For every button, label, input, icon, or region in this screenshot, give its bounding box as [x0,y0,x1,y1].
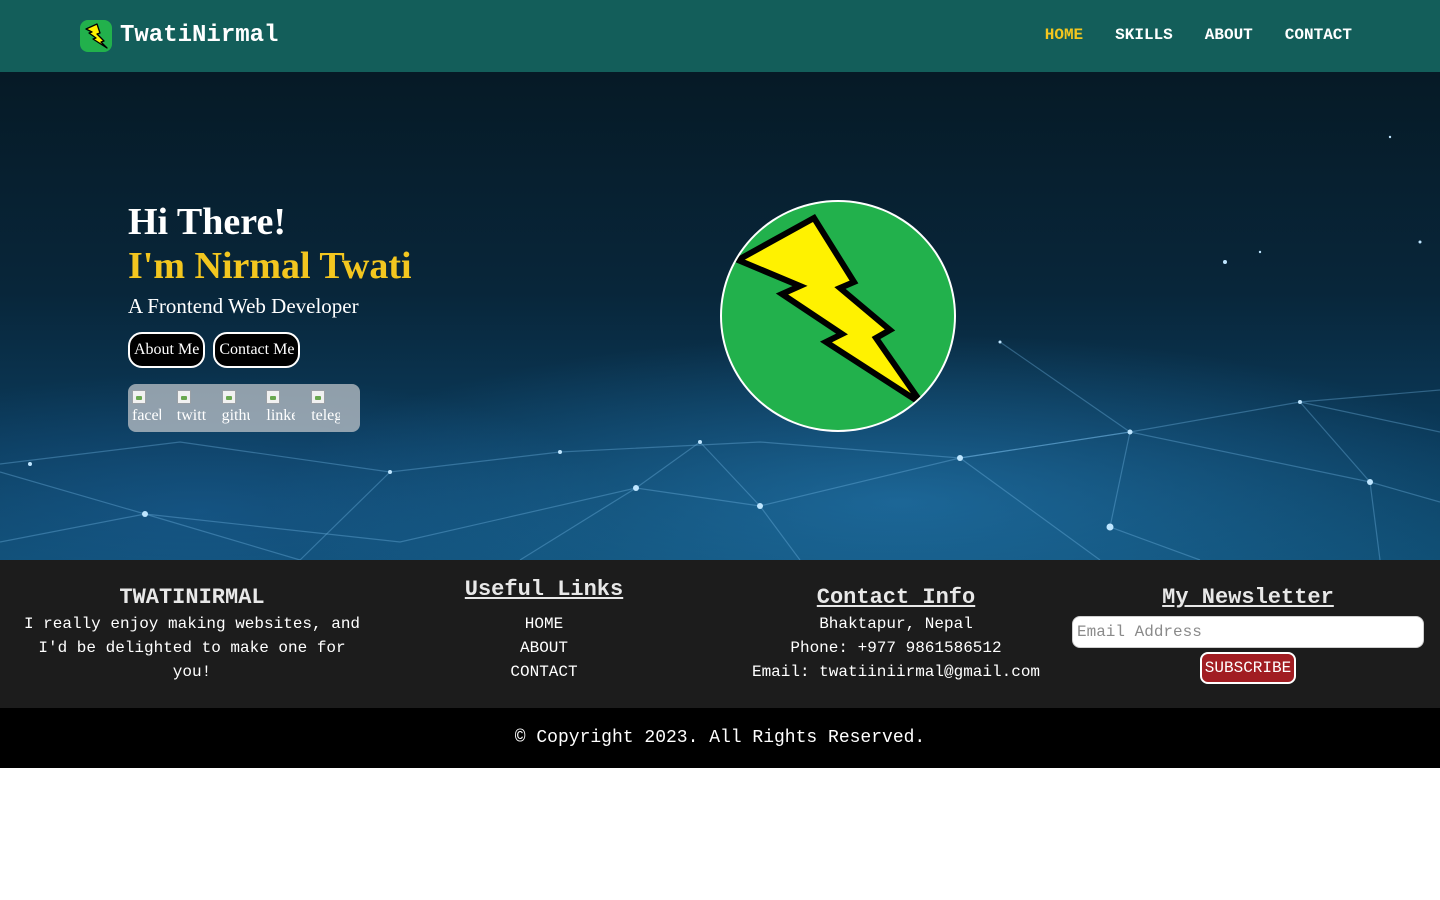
broken-image-icon [221,390,236,404]
nav-skills[interactable]: SKILLS [1115,24,1173,46]
useful-links-list: HOME ABOUT CONTACT [368,612,720,684]
contact-me-button[interactable]: Contact Me [213,332,301,368]
footer: TWATINIRMAL I really enjoy making websit… [0,560,1440,708]
useful-links-title: Useful Links [464,577,624,602]
twitter-icon[interactable]: twitte [176,388,206,428]
social-links: faceb twitte githu linke teleg [128,384,360,432]
nav-contact[interactable]: CONTACT [1285,24,1352,46]
nav-menu: HOME SKILLS ABOUT CONTACT [1013,24,1352,46]
broken-image-icon [132,390,146,404]
social-alt-text: twitte [176,407,206,424]
contact-info-list: Bhaktapur, Nepal Phone: +977 9861586512 … [720,612,1072,684]
newsletter-email-input[interactable] [1072,616,1424,648]
hero-buttons: About Me Contact Me [128,332,308,368]
telegram-icon[interactable]: teleg [311,388,340,428]
hero-name: I'm Nirmal Twati [128,245,412,287]
broken-image-icon [311,390,326,404]
footer-link-home[interactable]: HOME [368,612,720,636]
contact-phone: Phone: +977 9861586512 [790,639,1002,657]
github-icon[interactable]: githu [221,388,251,428]
facebook-icon[interactable]: faceb [132,388,161,428]
brand[interactable]: TwatiNirmal [80,20,278,52]
hero-greeting: Hi There! [128,201,286,243]
lightning-icon [80,20,112,52]
social-alt-text: linke [266,407,296,424]
social-alt-text: githu [221,407,251,424]
lightning-bolt-icon [731,213,925,407]
contact-email: Email: twatiiniirmal@gmail.com [751,663,1041,681]
footer-newsletter: My Newsletter SUBSCRIBE [1072,584,1424,684]
footer-link-contact[interactable]: CONTACT [368,660,720,684]
footer-contact-info: Contact Info Bhaktapur, Nepal Phone: +97… [720,584,1072,684]
footer-about: TWATINIRMAL I really enjoy making websit… [16,584,368,684]
hero-text: Hi There! I'm Nirmal Twati A Frontend We… [128,200,412,320]
footer-brand-title: TWATINIRMAL [119,585,265,610]
broken-image-icon [176,390,191,404]
subscribe-button[interactable]: SUBSCRIBE [1199,652,1297,684]
brand-name: TwatiNirmal [120,22,279,49]
copyright-bar: © Copyright 2023. All Rights Reserved. [0,708,1440,768]
nav-home[interactable]: HOME [1045,24,1083,46]
avatar [720,200,956,432]
about-me-button[interactable]: About Me [128,332,206,368]
hero-section: Hi There! I'm Nirmal Twati A Frontend We… [0,72,1440,560]
linkedin-icon[interactable]: linke [266,388,295,428]
contact-address: Bhaktapur, Nepal [819,615,973,633]
nav-about[interactable]: ABOUT [1205,24,1253,46]
hero-role: A Frontend Web Developer [128,294,359,318]
navbar: TwatiNirmal HOME SKILLS ABOUT CONTACT [0,0,1440,72]
footer-about-text: I really enjoy making websites, and I'd … [23,615,361,681]
social-alt-text: teleg [311,407,340,424]
contact-info-title: Contact Info [816,585,976,610]
broken-image-icon [266,390,281,404]
newsletter-title: My Newsletter [1162,585,1334,610]
social-alt-text: faceb [132,407,161,424]
footer-useful-links: Useful Links HOME ABOUT CONTACT [368,576,720,684]
footer-link-about[interactable]: ABOUT [368,636,720,660]
